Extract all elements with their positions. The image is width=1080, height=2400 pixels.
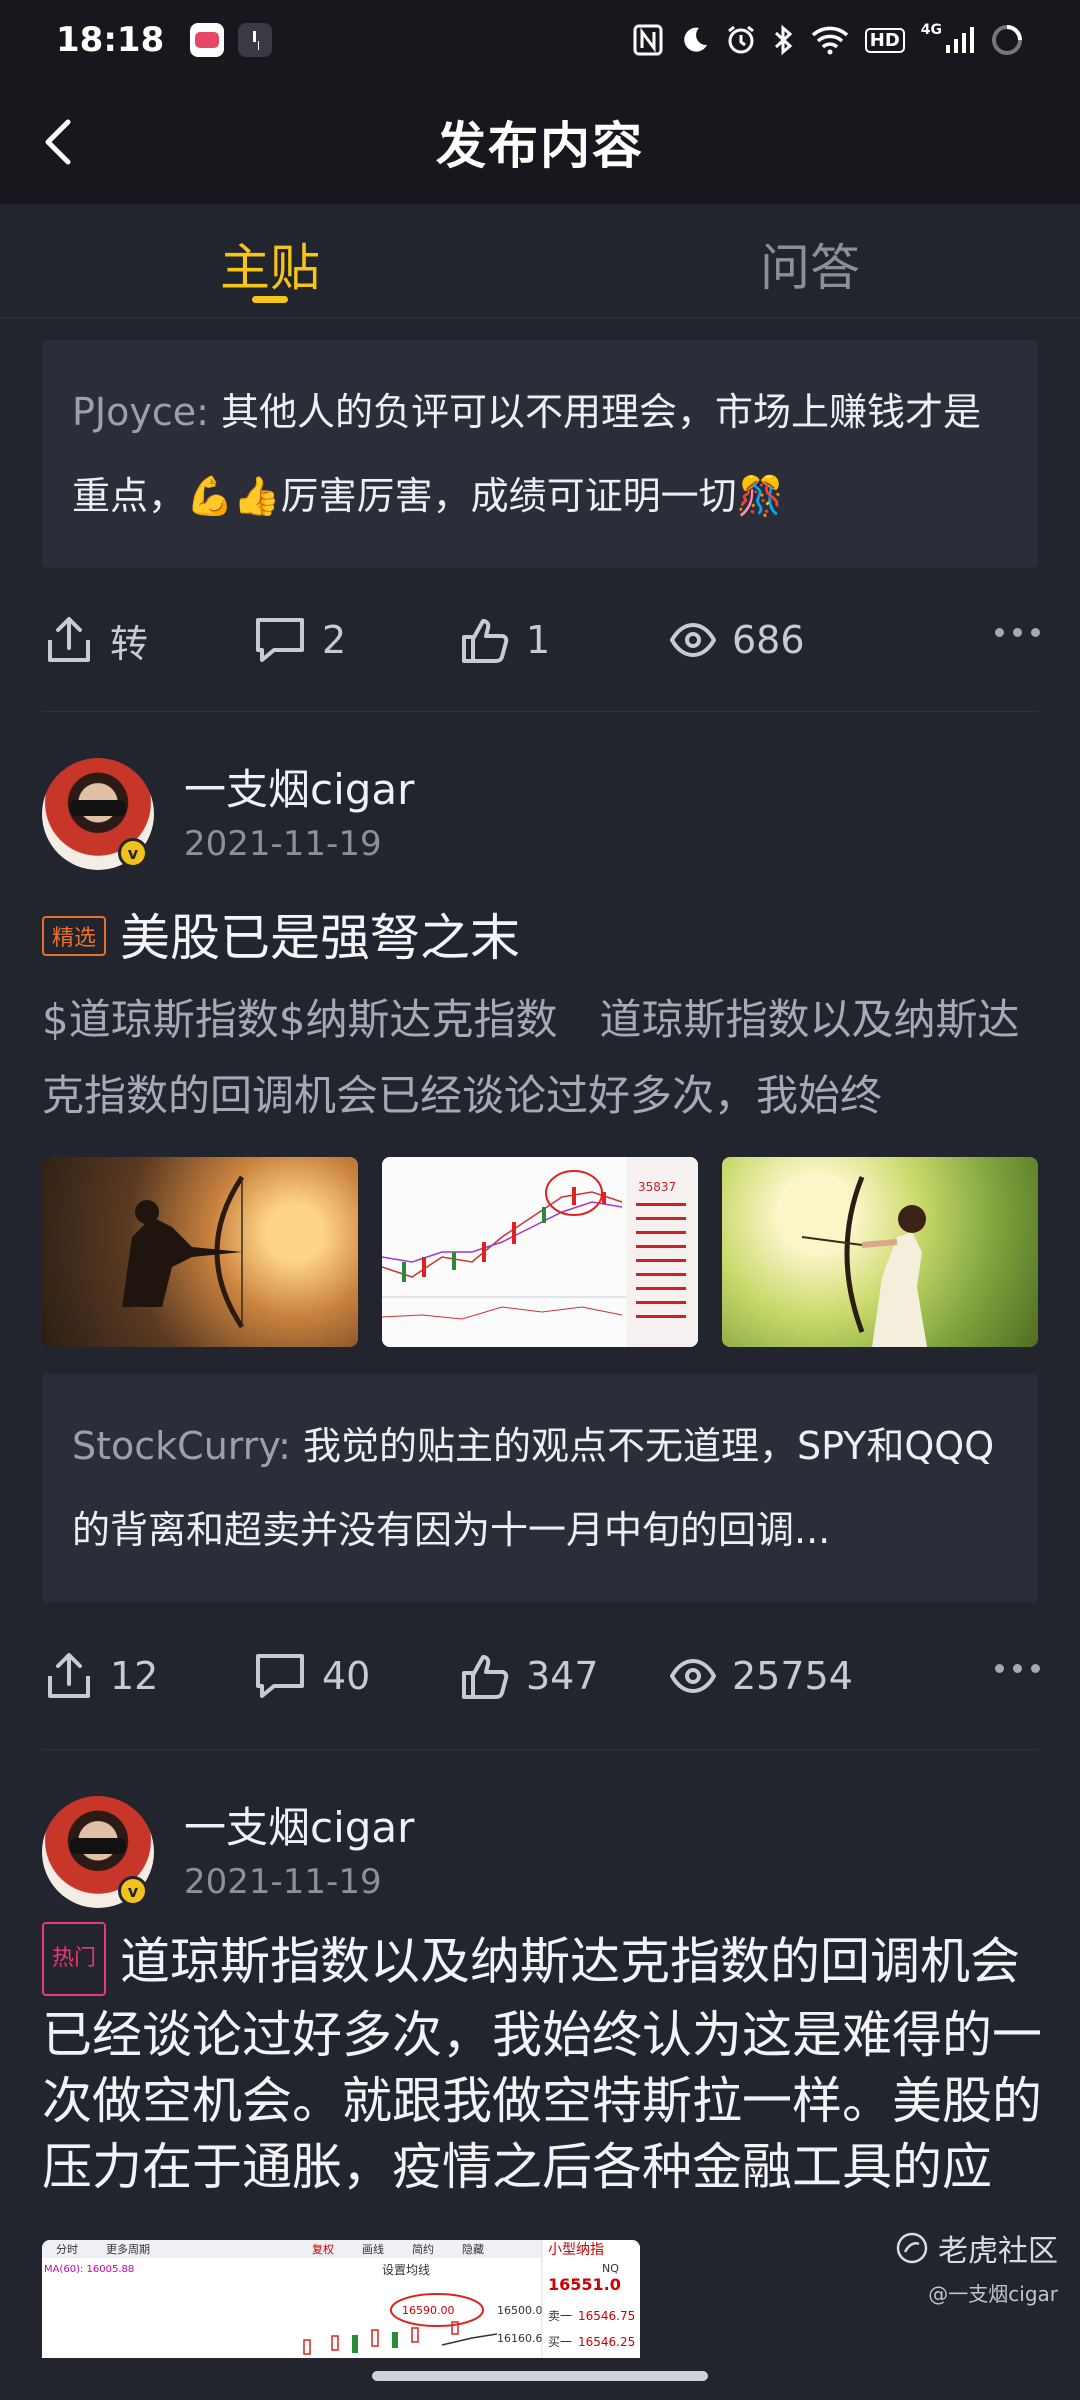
- archer-field-image[interactable]: [722, 1157, 1038, 1347]
- post-excerpt[interactable]: $道琼斯指数$纳斯达克指数 道琼斯指数以及纳斯达克指数的回调机会已经谈论过好多次…: [42, 982, 1042, 1134]
- tiger-logo-icon: [896, 2232, 928, 2264]
- eye-icon: [670, 1659, 716, 1693]
- comment-author[interactable]: PJoyce:: [72, 390, 209, 434]
- chart-sell-label: 卖一: [548, 2309, 572, 2323]
- post-divider: [42, 711, 1038, 712]
- eye-icon: [670, 623, 716, 657]
- author-avatar[interactable]: v: [42, 758, 154, 870]
- post-date: 2021-11-19: [184, 824, 382, 864]
- share-icon: [48, 617, 90, 662]
- app-notification-icon: [190, 23, 225, 57]
- chart-level: 16500.0: [497, 2304, 543, 2317]
- more-options-icon[interactable]: [995, 628, 1040, 637]
- chart-thumb-price: 35837: [638, 1180, 676, 1194]
- chart-indicator: MA(60): 16005.88: [44, 2264, 134, 2275]
- featured-comment[interactable]: PJoyce: 其他人的负评可以不用理会，市场上赚钱才是重点，💪👍厉害厉害，成绩…: [42, 340, 1038, 568]
- post-divider: [42, 1749, 1038, 1750]
- post-content[interactable]: 热门 道琼斯指数以及纳斯达克指数的回调机会已经谈论过好多次，我始终认为这是难得的一…: [42, 1922, 1042, 2200]
- stock-chart-image[interactable]: 35837: [382, 1157, 698, 1347]
- view-number: 25754: [732, 1654, 853, 1698]
- like-button[interactable]: 1: [460, 600, 550, 680]
- share-button[interactable]: 转: [44, 600, 148, 680]
- comment-count: 40: [322, 1654, 371, 1698]
- share-label: 转: [110, 621, 149, 666]
- tab-main-posts[interactable]: 主贴: [220, 228, 320, 300]
- bluetooth-icon: [773, 22, 795, 58]
- status-time: 18:18: [56, 20, 165, 60]
- like-count: 347: [526, 1654, 599, 1698]
- chart-side-code: NQ: [602, 2262, 619, 2275]
- chart-toolbar-item: 复权: [312, 2242, 334, 2256]
- watermark: 老虎社区 @一支烟cigar: [896, 2226, 1058, 2307]
- post-date: 2021-11-19: [184, 1862, 382, 1902]
- comment-icon: [256, 1654, 304, 1698]
- thumbs-up-icon: [462, 1655, 509, 1699]
- chart-level: 16160.6: [497, 2332, 543, 2345]
- chart-buy-price: 16546.25: [578, 2335, 635, 2349]
- share-button[interactable]: 12: [44, 1636, 158, 1716]
- status-bar: 18:18 HD 4G: [0, 0, 1080, 80]
- chart-toolbar-item: 画线: [362, 2242, 384, 2256]
- post-title-text: 美股已是强弩之末: [120, 909, 521, 967]
- featured-comment[interactable]: StockCurry: 我觉的贴主的观点不无道理，SPY和QQQ的背离和超卖并没…: [42, 1374, 1038, 1602]
- post-actions: 转 2 1 686: [0, 600, 1080, 680]
- chart-side-price: 16551.0: [548, 2275, 621, 2294]
- chart-sell-price: 16546.75: [578, 2309, 635, 2323]
- comment-button[interactable]: 40: [254, 1636, 370, 1716]
- more-options-icon[interactable]: [995, 1664, 1040, 1673]
- back-arrow-icon[interactable]: [40, 118, 76, 166]
- chart-side-title: 小型纳指: [548, 2242, 604, 2258]
- share-count: 12: [110, 1654, 159, 1698]
- tab-qa[interactable]: 问答: [760, 228, 860, 300]
- author-avatar[interactable]: v: [42, 1796, 154, 1908]
- comment-text: 其他人的负评可以不用理会，市场上赚钱才是重点，💪👍厉害厉害，成绩可证明一切🎊: [72, 390, 982, 518]
- watermark-handle: @一支烟cigar: [928, 2282, 1058, 2306]
- verified-badge-icon: v: [118, 1876, 148, 1906]
- hot-tag: 热门: [42, 1922, 107, 1996]
- view-number: 686: [732, 618, 805, 662]
- view-count: 686: [670, 600, 805, 680]
- chart-price-marker: 16590.00: [402, 2304, 455, 2317]
- page-title: 发布内容: [436, 117, 644, 175]
- wifi-icon: [811, 22, 849, 58]
- view-count: 25754: [670, 1636, 853, 1716]
- author-name[interactable]: 一支烟cigar: [184, 1794, 414, 1855]
- home-indicator[interactable]: [372, 2371, 708, 2381]
- chart-setting: 设置均线: [382, 2263, 430, 2277]
- comment-icon: [256, 618, 304, 662]
- chart-toolbar-item: 简约: [412, 2242, 434, 2256]
- post-title[interactable]: 精选 美股已是强弩之末: [42, 898, 520, 970]
- hd-icon: HD: [864, 22, 905, 58]
- author-name[interactable]: 一支烟cigar: [184, 756, 414, 817]
- post-content-text: 道琼斯指数以及纳斯达克指数的回调机会已经谈论过好多次，我始终认为这是难得的一次做…: [42, 1932, 1042, 2197]
- app-header: 发布内容: [0, 80, 1080, 204]
- comment-button[interactable]: 2: [254, 600, 346, 680]
- moon-icon: [679, 22, 709, 58]
- comment-author[interactable]: StockCurry:: [72, 1424, 291, 1468]
- chart-toolbar-item: 分时: [56, 2243, 78, 2256]
- like-button[interactable]: 347: [460, 1636, 599, 1716]
- futures-chart-image[interactable]: 分时 更多周期 复权 画线 简约 隐藏 MA(60): 16005.88 设置均…: [42, 2240, 640, 2358]
- active-tab-indicator: [252, 296, 288, 303]
- post-actions: 12 40 347 25754: [0, 1636, 1080, 1716]
- battery-loading-icon: [990, 22, 1024, 58]
- chart-buy-label: 买一: [548, 2335, 572, 2349]
- signal-icon: 4G: [921, 22, 974, 58]
- clock-app-icon: [238, 23, 273, 57]
- archer-sunset-image[interactable]: [42, 1157, 358, 1347]
- featured-tag: 精选: [42, 915, 107, 956]
- thumbs-up-icon: [462, 619, 509, 663]
- chart-toolbar-item: 隐藏: [462, 2243, 484, 2256]
- verified-badge-icon: v: [118, 838, 148, 868]
- watermark-brand: 老虎社区: [938, 2234, 1058, 2269]
- share-icon: [48, 1653, 90, 1698]
- alarm-icon: [725, 22, 757, 58]
- tab-bar: 主贴 问答: [0, 204, 1080, 318]
- nfc-icon: [633, 22, 663, 58]
- chart-toolbar-item: 更多周期: [106, 2242, 150, 2256]
- comment-count: 2: [322, 618, 347, 662]
- like-count: 1: [526, 618, 551, 662]
